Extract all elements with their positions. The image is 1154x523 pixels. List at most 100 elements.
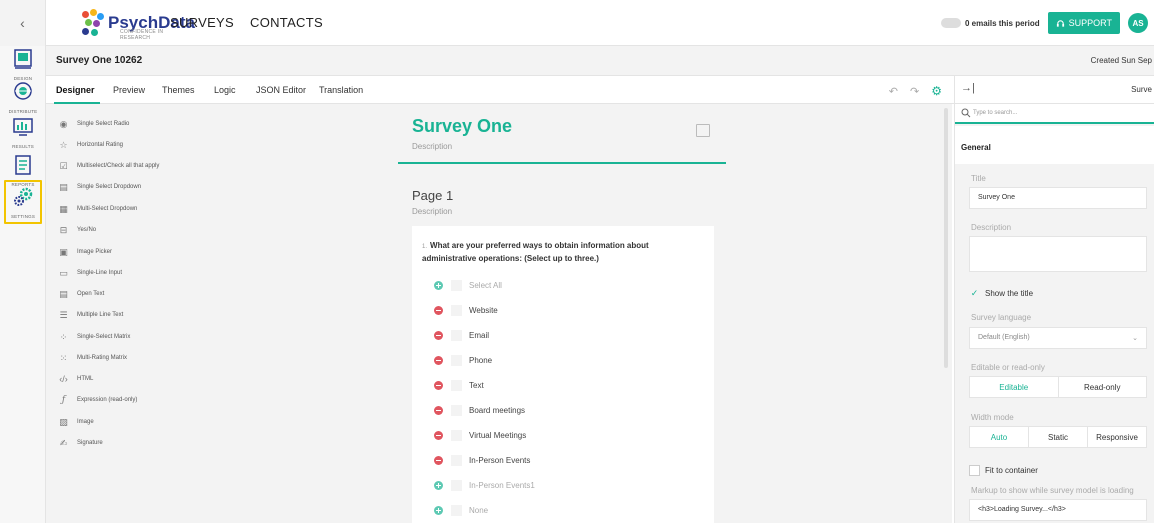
tab-themes[interactable]: Themes [162, 85, 195, 95]
nav-results[interactable]: RESULTS [0, 116, 46, 149]
choice-checkbox[interactable] [451, 404, 462, 416]
tab-translation[interactable]: Translation [319, 85, 363, 95]
choice-checkbox[interactable] [451, 329, 462, 341]
choice-label: In-Person Events [469, 455, 531, 465]
page-description[interactable]: Description [412, 207, 452, 216]
nav-contacts[interactable]: CONTACTS [250, 15, 323, 30]
width-mode-auto[interactable]: Auto [970, 427, 1028, 447]
redo-icon[interactable]: ↷ [910, 85, 919, 98]
description-input[interactable] [969, 236, 1147, 272]
question-card[interactable]: 1. What are your preferred ways to obtain… [412, 226, 714, 523]
tab-logic[interactable]: Logic [214, 85, 236, 95]
nav-surveys[interactable]: SURVEYS [170, 15, 234, 30]
width-mode-static[interactable]: Static [1028, 427, 1087, 447]
section-title: General [961, 143, 991, 152]
choice-label: In-Person Events1 [469, 480, 535, 490]
support-button[interactable]: SUPPORT [1047, 12, 1120, 34]
choice-checkbox[interactable] [451, 354, 462, 366]
toolbox-item[interactable]: ▣ Image Picker [58, 244, 112, 260]
choice-item[interactable]: In-Person Events [434, 453, 530, 467]
show-title-checkbox[interactable]: ✓ Show the title [969, 288, 1033, 299]
property-search[interactable]: Type to search... [955, 104, 1154, 124]
toolbox-item[interactable]: ▨ Image [58, 414, 94, 430]
choice-item[interactable]: Website [434, 303, 498, 317]
settings-toggle-icon[interactable]: ⚙ [931, 84, 942, 98]
toolbox-item[interactable]: ☑ Multiselect/Check all that apply [58, 158, 159, 174]
star-icon: ☆ [59, 139, 68, 150]
signature-icon: ✍ [59, 437, 68, 448]
logo-placeholder-icon[interactable] [696, 124, 710, 137]
nav-settings[interactable]: SETTINGS [4, 180, 42, 224]
fit-container-label: Fit to container [985, 466, 1038, 475]
choice-item[interactable]: Board meetings [434, 403, 525, 417]
tab-designer[interactable]: Designer [56, 85, 95, 95]
add-choice-icon[interactable] [434, 280, 443, 290]
choice-item[interactable]: In-Person Events1 [434, 478, 535, 492]
email-usage: 0 emails this period [940, 18, 1040, 28]
choice-item[interactable]: Text [434, 378, 484, 392]
toolbox-item-label: Signature [77, 440, 103, 446]
remove-choice-icon[interactable] [434, 430, 443, 440]
toolbox-item[interactable]: ⁘ Single-Select Matrix [58, 329, 131, 345]
add-choice-icon[interactable] [434, 505, 443, 515]
choice-item[interactable]: Phone [434, 353, 492, 367]
toolbox-item[interactable]: ⁙ Multi-Rating Matrix [58, 350, 127, 366]
property-panel-header: →| Surve [954, 76, 1154, 104]
toolbox-item[interactable]: ⊟ Yes/No [58, 222, 96, 238]
toolbox-item[interactable]: ▤ Open Text [58, 286, 104, 302]
choice-checkbox[interactable] [451, 279, 462, 291]
undo-icon[interactable]: ↶ [889, 85, 898, 98]
toolbox-item[interactable]: ◉ Single Select Radio [58, 116, 130, 132]
choice-checkbox[interactable] [451, 504, 462, 516]
top-bar: ‹ PsychData CONFIDENCE IN RESEARCH SURVE… [0, 0, 1154, 46]
choice-item[interactable]: Email [434, 328, 489, 342]
add-choice-icon[interactable] [434, 480, 443, 490]
nav-distribute[interactable]: DISTRIBUTE [0, 81, 46, 114]
choice-item[interactable]: None [434, 503, 488, 517]
remove-choice-icon[interactable] [434, 455, 443, 465]
collapse-panel-icon[interactable]: →| [961, 82, 975, 94]
toolbox-item[interactable]: ✍ Signature [58, 435, 103, 451]
choice-checkbox[interactable] [451, 379, 462, 391]
toolbox-item[interactable]: ▤ Single Select Dropdown [58, 179, 141, 195]
choice-item[interactable]: Virtual Meetings [434, 428, 526, 442]
edit-mode-read-only[interactable]: Read-only [1057, 377, 1147, 397]
loading-markup-input[interactable]: <h3>Loading Survey...</h3> [969, 499, 1147, 521]
page-title[interactable]: Page 1 [412, 188, 453, 203]
toolbox-item[interactable]: ƒ Expression (read-only) [58, 392, 138, 408]
section-general[interactable]: General [955, 126, 1154, 164]
survey-description[interactable]: Description [412, 142, 452, 151]
remove-choice-icon[interactable] [434, 305, 443, 315]
question-title[interactable]: 1. What are your preferred ways to obtain… [422, 240, 704, 265]
language-select[interactable]: Default (English) ⌄ [969, 327, 1147, 349]
width-mode-responsive[interactable]: Responsive [1087, 427, 1146, 447]
toolbox-item[interactable]: ‹/› HTML [58, 371, 93, 387]
survey-title[interactable]: Survey One [412, 116, 512, 137]
canvas-scrollbar[interactable] [944, 108, 948, 368]
toolbox-item[interactable]: ▦ Multi-Select Dropdown [58, 201, 137, 217]
tab-preview[interactable]: Preview [113, 85, 145, 95]
tab-json-editor[interactable]: JSON Editor [256, 85, 306, 95]
remove-choice-icon[interactable] [434, 380, 443, 390]
toolbox-item[interactable]: ▭ Single-Line Input [58, 265, 122, 281]
user-avatar[interactable]: AS [1128, 13, 1148, 33]
choice-checkbox[interactable] [451, 304, 462, 316]
remove-choice-icon[interactable] [434, 405, 443, 415]
remove-choice-icon[interactable] [434, 330, 443, 340]
toolbox-item[interactable]: ☆ Horizontal Rating [58, 137, 123, 153]
toolbox-item-label: Multiple Line Text [77, 312, 124, 318]
edit-mode-editable[interactable]: Editable [970, 377, 1058, 397]
choice-checkbox[interactable] [451, 479, 462, 491]
remove-choice-icon[interactable] [434, 355, 443, 365]
fit-container-checkbox[interactable]: Fit to container [969, 465, 1038, 476]
question-toolbox: ◉ Single Select Radio ☆ Horizontal Rating … [46, 104, 386, 523]
title-input[interactable]: Survey One [969, 187, 1147, 209]
toolbox-item-label: Image [77, 419, 94, 425]
collapse-sidebar-button[interactable]: ‹ [0, 0, 46, 46]
choice-item[interactable]: Select All [434, 278, 502, 292]
choice-checkbox[interactable] [451, 429, 462, 441]
toolbox-item[interactable]: ☰ Multiple Line Text [58, 307, 123, 323]
choice-checkbox[interactable] [451, 454, 462, 466]
nav-settings-label: SETTINGS [10, 214, 36, 219]
nav-design[interactable]: DESIGN [0, 48, 46, 81]
